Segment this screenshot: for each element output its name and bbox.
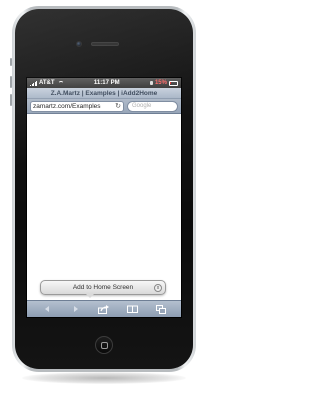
home-square-icon (100, 341, 108, 349)
forward-arrow-icon (73, 306, 78, 312)
browser-toolbar (27, 300, 181, 317)
add-to-home-label: Add to Home Screen (72, 284, 134, 291)
iphone-device: AT&T 11:17 PM 15% Z.A.Martz | Examples |… (10, 6, 196, 372)
carrier-label: AT&T (39, 80, 55, 86)
back-button[interactable] (39, 303, 55, 315)
earpiece-speaker (91, 42, 119, 46)
volume-up-button (10, 76, 12, 88)
home-button[interactable] (95, 336, 113, 354)
battery-fill (170, 82, 172, 84)
reload-icon[interactable]: ↻ (115, 102, 121, 110)
orientation-lock-icon (149, 81, 153, 85)
bookmarks-button[interactable] (124, 303, 140, 315)
url-text: zamartz.com/Examples (33, 102, 101, 110)
tabs-icon (155, 304, 166, 314)
forward-button[interactable] (68, 303, 84, 315)
bookmarks-icon (126, 305, 138, 313)
front-camera (76, 41, 82, 47)
status-left: AT&T (30, 80, 64, 86)
status-right: 15% (149, 80, 178, 86)
battery-icon (168, 80, 178, 86)
close-icon[interactable]: x (154, 284, 162, 292)
popup-pointer (86, 294, 94, 298)
status-bar: AT&T 11:17 PM 15% (27, 78, 181, 88)
page-title: Z.A.Martz | Examples | iAdd2Home (27, 88, 181, 99)
tabs-button[interactable] (153, 303, 169, 315)
share-button[interactable] (96, 303, 112, 315)
address-bar-row: zamartz.com/Examples ↻ Google (27, 99, 181, 114)
phone-shadow (22, 372, 186, 384)
screen: AT&T 11:17 PM 15% Z.A.Martz | Examples |… (26, 77, 182, 318)
stage: AT&T 11:17 PM 15% Z.A.Martz | Examples |… (0, 0, 208, 400)
share-icon (98, 304, 110, 314)
volume-down-button (10, 94, 12, 106)
url-field[interactable]: zamartz.com/Examples ↻ (30, 100, 124, 112)
page-content (27, 115, 181, 301)
battery-percent: 15% (154, 80, 167, 86)
mute-switch (10, 58, 12, 66)
add-to-home-popup[interactable]: Add to Home Screen x (40, 280, 166, 295)
back-arrow-icon (45, 306, 50, 312)
signal-bars-icon (30, 80, 37, 86)
search-input[interactable]: Google (127, 100, 178, 112)
wifi-icon (57, 81, 64, 85)
status-time: 11:17 PM (93, 80, 120, 86)
phone-front-glass: AT&T 11:17 PM 15% Z.A.Martz | Examples |… (15, 9, 193, 369)
